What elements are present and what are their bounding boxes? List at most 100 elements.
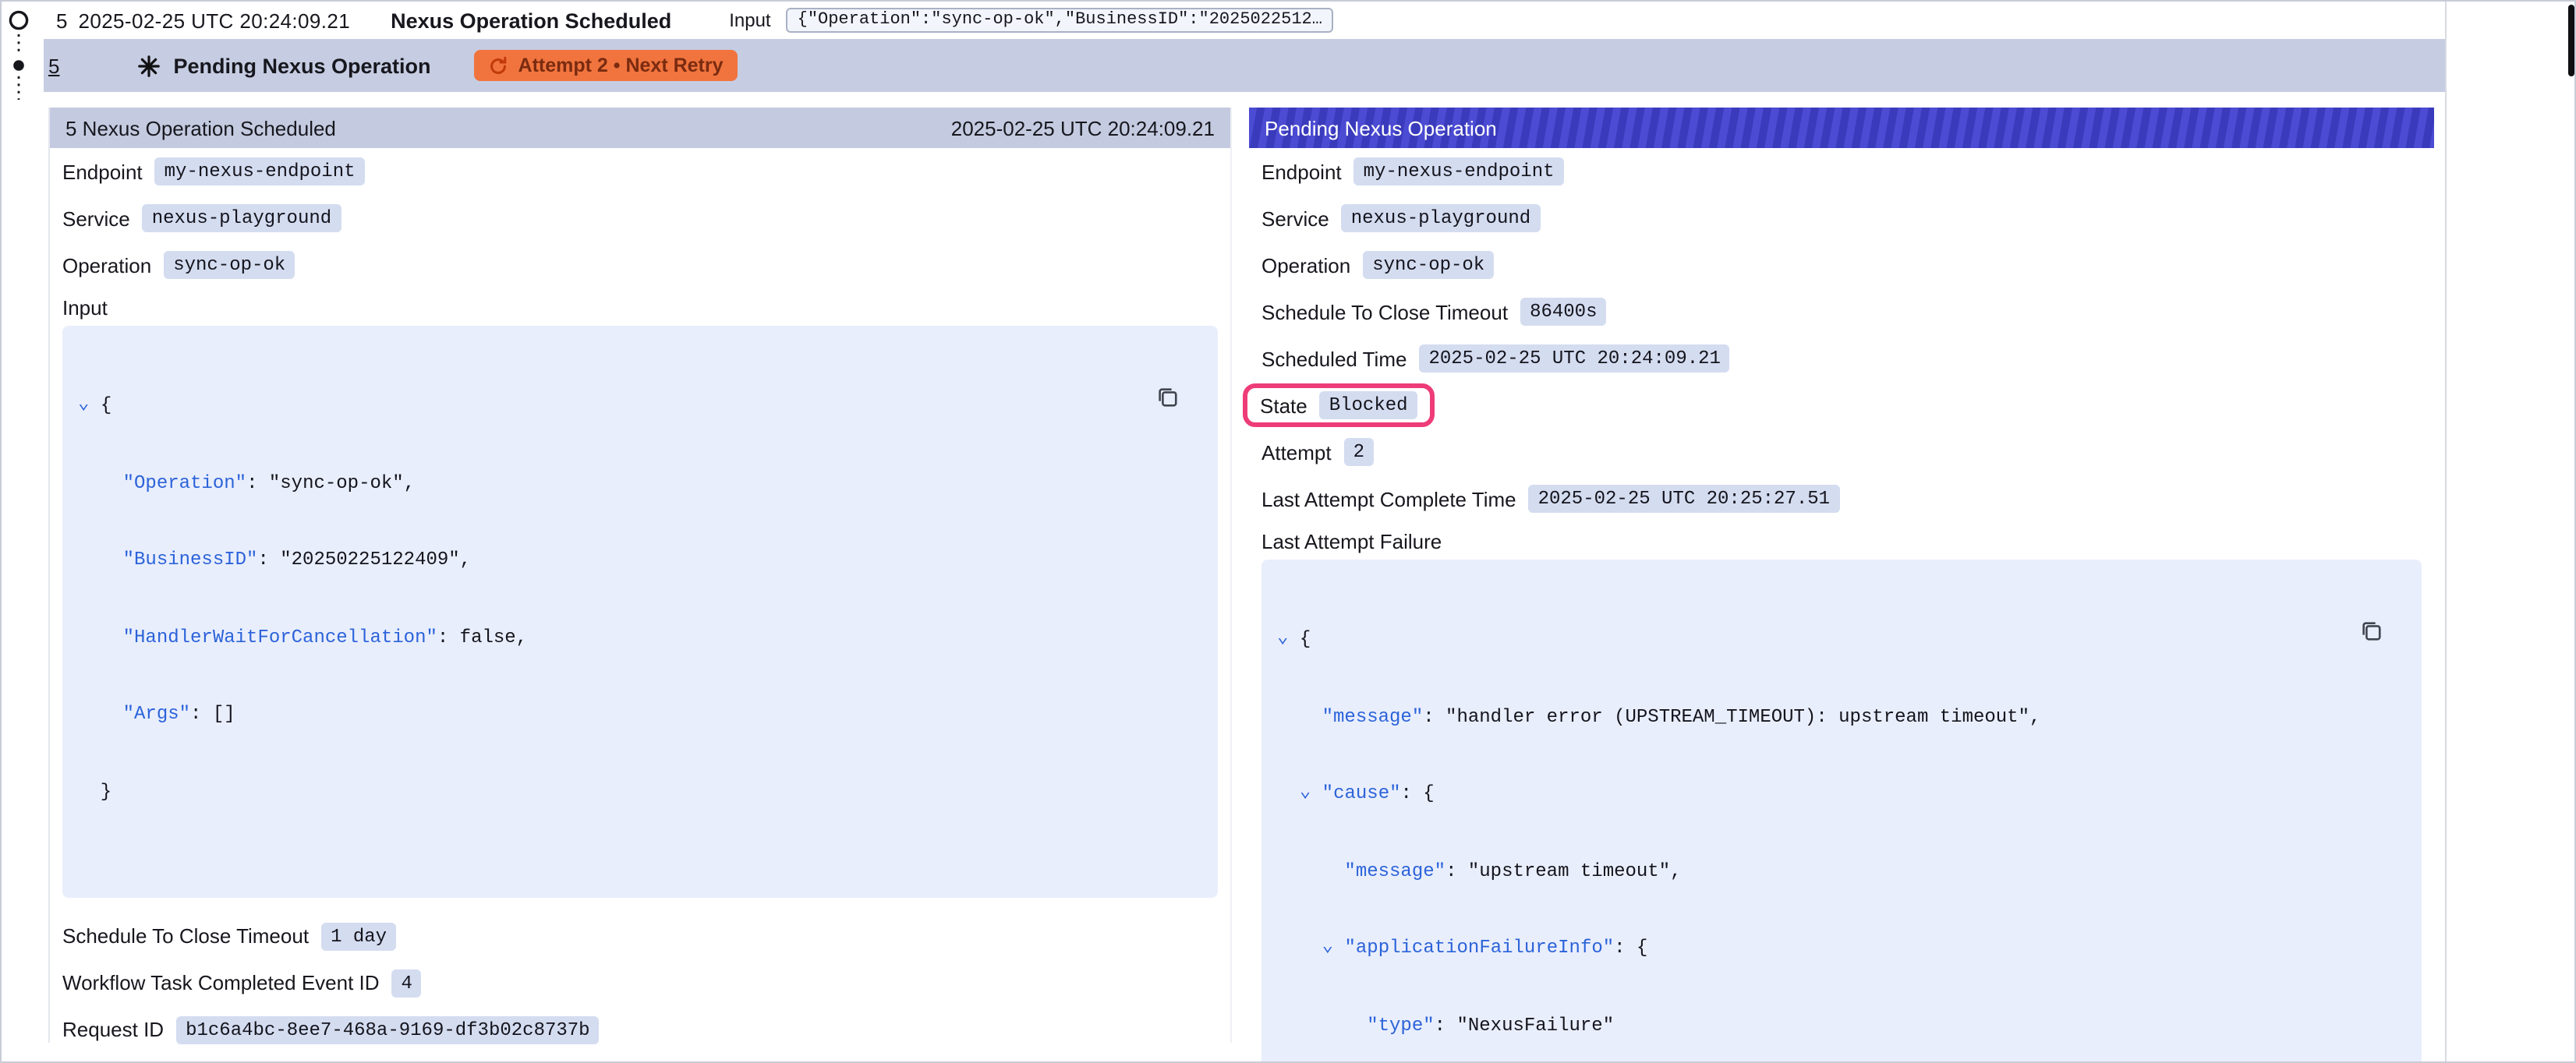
collapse-caret[interactable]: ⌄ <box>1322 935 1333 957</box>
json-text: : [] <box>190 703 235 725</box>
json-key: "Args" <box>78 703 190 725</box>
json-text: { <box>89 394 111 416</box>
json-line: "BusinessID": "20250225122409", <box>78 547 1199 573</box>
timeline-row-pending[interactable]: 5 Pending Nexus Operation Attempt 2 • Ne… <box>44 39 2445 92</box>
failure-json-block: ⌄ { "message" : "handler error (UPSTREAM_… <box>1261 560 2422 1063</box>
collapse-caret[interactable]: ⌄ <box>1277 627 1288 648</box>
json-key: "cause" <box>1311 782 1400 804</box>
field-label: Attempt <box>1261 440 1332 464</box>
field-value-badge: 1 day <box>321 922 396 950</box>
timeline-gutter <box>2 2 44 126</box>
field-value-badge: my-nexus-endpoint <box>1354 157 1564 185</box>
event-timestamp: 2025-02-25 UTC 20:24:09.21 <box>78 9 350 32</box>
field-operation: Operation sync-op-ok <box>1249 242 2434 288</box>
field-label: Endpoint <box>1261 160 1342 183</box>
event-title: Nexus Operation Scheduled <box>391 9 671 32</box>
field-label: Operation <box>62 253 151 277</box>
input-label: Input <box>729 9 770 31</box>
json-line: "HandlerWaitForCancellation": false, <box>78 624 1199 650</box>
field-label: Endpoint <box>62 160 143 183</box>
field-value-badge: 2025-02-25 UTC 20:25:27.51 <box>1529 485 1839 513</box>
timeline-row-scheduled[interactable]: 5 2025-02-25 UTC 20:24:09.21 Nexus Opera… <box>44 2 2445 39</box>
field-value-badge: sync-op-ok <box>1363 251 1494 279</box>
field-label: Schedule To Close Timeout <box>1261 300 1508 323</box>
json-key: "BusinessID" <box>78 549 257 570</box>
state-badge: Blocked <box>1320 391 1417 419</box>
json-text: : false, <box>437 626 527 648</box>
state-annotation-callout: State Blocked <box>1243 383 1435 427</box>
json-text: { <box>1288 628 1311 650</box>
json-line: "message": "upstream timeout", <box>1277 858 2403 884</box>
json-text: : { <box>1614 937 1647 959</box>
field-value-badge: nexus-playground <box>1342 204 1540 232</box>
retry-attempt-badge: Attempt 2 • Next Retry <box>475 50 738 81</box>
field-value-badge: my-nexus-endpoint <box>155 157 365 185</box>
json-key: "message" <box>1277 860 1445 881</box>
retry-attempt-label: Attempt 2 • Next Retry <box>518 55 724 76</box>
json-text: : "sync-op-ok", <box>246 471 415 493</box>
json-indent <box>1277 937 1322 959</box>
field-endpoint: Endpoint my-nexus-endpoint <box>1249 148 2434 195</box>
field-endpoint-id: Endpoint ID 3c0c75ccfa8144b092c13ce63246… <box>50 1053 1230 1063</box>
field-value-badge: 4 <box>392 969 422 997</box>
json-text: } <box>78 780 111 802</box>
json-key: "type" <box>1277 1014 1435 1036</box>
field-value-badge: sync-op-ok <box>164 251 295 279</box>
scrollbar-thumb[interactable] <box>2568 5 2574 76</box>
pending-operation-panel: Pending Nexus Operation Endpoint my-nexu… <box>1249 108 2434 1063</box>
json-text: : "20250225122409", <box>257 549 471 570</box>
pending-panel-title: Pending Nexus Operation <box>1265 116 1497 139</box>
scheduled-panel-header: 5 Nexus Operation Scheduled 2025-02-25 U… <box>50 108 1230 148</box>
pending-event-title: Pending Nexus Operation <box>173 54 430 77</box>
copy-button[interactable] <box>2360 572 2406 689</box>
scheduled-panel-title: 5 Nexus Operation Scheduled <box>65 116 336 139</box>
json-text: : "NexusFailure" <box>1435 1014 1614 1036</box>
field-label: Request ID <box>62 1018 164 1041</box>
json-indent <box>1277 782 1300 804</box>
field-value-badge: 2 <box>1344 438 1374 466</box>
field-value-badge: 2025-02-25 UTC 20:24:09.21 <box>1419 344 1729 373</box>
json-line: } <box>78 779 1199 804</box>
event-id-link[interactable]: 5 <box>48 54 59 77</box>
field-state: State Blocked <box>1249 382 2434 429</box>
json-line: "Operation": "sync-op-ok", <box>78 470 1199 496</box>
field-label: Workflow Task Completed Event ID <box>62 971 380 994</box>
field-schedule-to-close: Schedule To Close Timeout 1 day <box>50 913 1230 959</box>
field-label: Input <box>62 295 108 319</box>
event-dot-icon <box>13 60 24 71</box>
json-text: : "handler error (UPSTREAM_TIMEOUT): ups… <box>1423 705 2040 727</box>
field-wft-completed-event-id: Workflow Task Completed Event ID 4 <box>50 959 1230 1006</box>
field-attempt: Attempt 2 <box>1249 429 2434 475</box>
json-text: : { <box>1401 782 1435 804</box>
json-line: ⌄ { <box>1277 627 2403 652</box>
failure-section-label: Last Attempt Failure <box>1249 522 2434 560</box>
json-line: "Args": [] <box>78 701 1199 727</box>
input-json-block: ⌄ { "Operation": "sync-op-ok", "Business… <box>62 326 1218 897</box>
field-service: Service nexus-playground <box>50 195 1230 242</box>
field-label: Service <box>62 207 130 230</box>
json-line: ⌄ "applicationFailureInfo": { <box>1277 935 2403 961</box>
json-key: "HandlerWaitForCancellation" <box>78 626 437 648</box>
refresh-icon <box>489 55 509 76</box>
field-label: Operation <box>1261 253 1350 277</box>
collapse-caret[interactable]: ⌄ <box>78 393 89 415</box>
field-value-badge: b1c6a4bc-8ee7-468a-9169-df3b02c8737b <box>176 1015 600 1044</box>
field-endpoint: Endpoint my-nexus-endpoint <box>50 148 1230 195</box>
field-service: Service nexus-playground <box>1249 195 2434 242</box>
json-line: "type": "NexusFailure" <box>1277 1012 2403 1038</box>
collapse-caret[interactable]: ⌄ <box>1300 781 1311 803</box>
input-section-label: Input <box>50 288 1230 326</box>
field-scheduled-time: Scheduled Time 2025-02-25 UTC 20:24:09.2… <box>1249 335 2434 382</box>
content-right-divider <box>2445 2 2447 1063</box>
field-last-attempt-complete-time: Last Attempt Complete Time 2025-02-25 UT… <box>1249 475 2434 522</box>
field-label: State <box>1260 394 1307 417</box>
input-preview-chip[interactable]: {"Operation":"sync-op-ok","BusinessID":"… <box>787 8 1333 33</box>
copy-button[interactable] <box>1156 338 1202 455</box>
copy-icon <box>2360 619 2383 642</box>
field-value-badge: nexus-playground <box>143 204 341 232</box>
field-label: Schedule To Close Timeout <box>62 924 309 948</box>
scheduled-panel-timestamp: 2025-02-25 UTC 20:24:09.21 <box>951 116 1215 139</box>
field-request-id: Request ID b1c6a4bc-8ee7-468a-9169-df3b0… <box>50 1006 1230 1053</box>
field-label: Service <box>1261 207 1329 230</box>
nexus-icon <box>137 54 161 77</box>
